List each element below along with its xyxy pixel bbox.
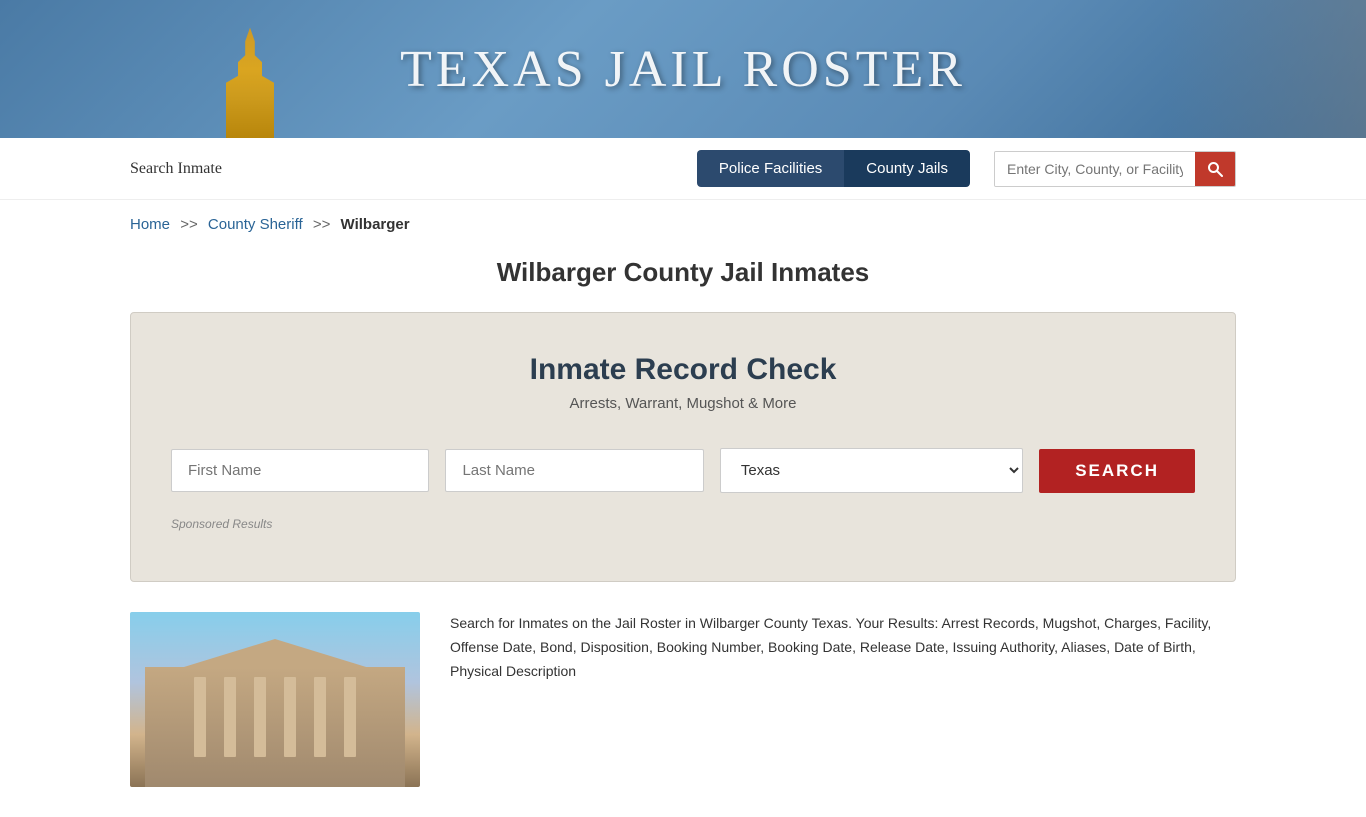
capitol-decoration: [130, 0, 370, 138]
description-text: Search for Inmates on the Jail Roster in…: [450, 612, 1236, 787]
column-1: [194, 677, 206, 757]
nav-search-label: Search Inmate: [130, 160, 677, 178]
column-5: [314, 677, 326, 757]
nav-search-box: [994, 151, 1236, 187]
column-4: [284, 677, 296, 757]
bottom-section: Search for Inmates on the Jail Roster in…: [0, 612, 1366, 817]
nav-buttons: Police Facilities County Jails: [697, 150, 970, 187]
nav-search-button[interactable]: [1195, 152, 1235, 186]
breadcrumb: Home >> County Sheriff >> Wilbarger: [0, 200, 1366, 241]
site-title: Texas Jail Roster: [400, 40, 966, 99]
last-name-input[interactable]: [445, 449, 703, 492]
column-2: [224, 677, 236, 757]
police-facilities-button[interactable]: Police Facilities: [697, 150, 844, 187]
breadcrumb-current: Wilbarger: [341, 216, 410, 233]
search-button[interactable]: SEARCH: [1039, 449, 1195, 493]
column-3: [254, 677, 266, 757]
search-card-title: Inmate Record Check: [171, 353, 1195, 387]
building-columns: [194, 677, 356, 757]
keys-decoration: [1166, 0, 1366, 138]
column-6: [344, 677, 356, 757]
nav-bar: Search Inmate Police Facilities County J…: [0, 138, 1366, 200]
breadcrumb-separator-1: >>: [180, 216, 198, 233]
building-image: [130, 612, 420, 787]
search-card: Inmate Record Check Arrests, Warrant, Mu…: [130, 312, 1236, 582]
county-jails-button[interactable]: County Jails: [844, 150, 970, 187]
breadcrumb-home[interactable]: Home: [130, 216, 170, 233]
first-name-input[interactable]: [171, 449, 429, 492]
search-card-subtitle: Arrests, Warrant, Mugshot & More: [171, 395, 1195, 412]
page-title: Wilbarger County Jail Inmates: [0, 241, 1366, 312]
breadcrumb-county-sheriff[interactable]: County Sheriff: [208, 216, 303, 233]
search-form: AlabamaAlaskaArizonaArkansasCaliforniaCo…: [171, 448, 1195, 493]
sponsored-label: Sponsored Results: [171, 517, 1195, 531]
search-icon: [1207, 161, 1223, 177]
nav-search-input[interactable]: [995, 152, 1195, 186]
header-banner: Texas Jail Roster: [0, 0, 1366, 138]
state-select[interactable]: AlabamaAlaskaArizonaArkansasCaliforniaCo…: [720, 448, 1023, 493]
breadcrumb-separator-2: >>: [313, 216, 331, 233]
